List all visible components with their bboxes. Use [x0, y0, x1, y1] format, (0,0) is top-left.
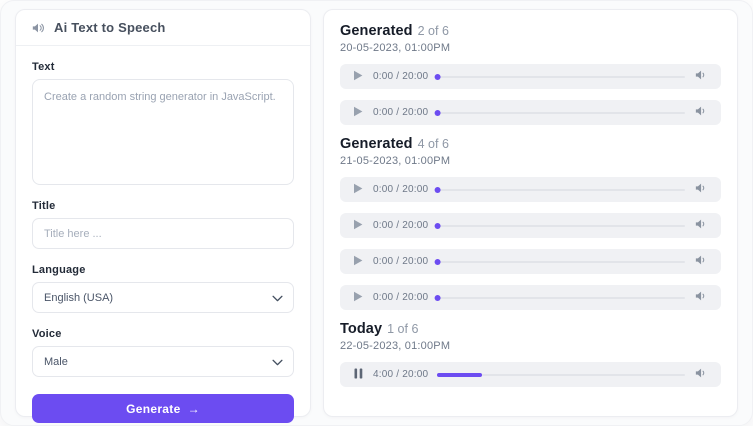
volume-icon	[695, 254, 708, 269]
section-count: 1 of 6	[387, 322, 418, 336]
progress-thumb[interactable]	[435, 74, 441, 80]
history-section: Today 1 of 6 22-05-2023, 01:00PM 4:00 / …	[340, 321, 721, 387]
section-head: Generated 4 of 6 21-05-2023, 01:00PM	[340, 136, 721, 167]
play-pause-button[interactable]	[352, 292, 364, 304]
section-datetime: 22-05-2023, 01:00PM	[340, 340, 721, 352]
audio-player: 0:00 / 20:00	[340, 64, 721, 89]
volume-button[interactable]	[694, 105, 709, 120]
progress-thumb[interactable]	[435, 110, 441, 116]
arrow-right-icon: →	[188, 402, 200, 416]
volume-button[interactable]	[694, 254, 709, 269]
progress-thumb[interactable]	[435, 259, 441, 265]
history-sections: Generated 2 of 6 20-05-2023, 01:00PM 0:0…	[340, 23, 721, 387]
title-field-label: Title	[32, 200, 294, 212]
history-section: Generated 2 of 6 20-05-2023, 01:00PM 0:0…	[340, 23, 721, 125]
play-pause-button[interactable]	[352, 369, 364, 381]
history-section: Generated 4 of 6 21-05-2023, 01:00PM 0:0…	[340, 136, 721, 310]
play-icon	[353, 69, 363, 84]
tts-form-card: Ai Text to Speech Text Create a random s…	[15, 9, 311, 417]
text-input[interactable]: Create a random string generator in Java…	[32, 79, 294, 185]
time-display: 0:00 / 20:00	[373, 71, 428, 82]
title-input[interactable]	[32, 218, 294, 249]
progress-thumb[interactable]	[435, 187, 441, 193]
play-pause-button[interactable]	[352, 71, 364, 83]
section-title: Today	[340, 321, 382, 337]
section-title: Generated	[340, 136, 413, 152]
section-datetime: 21-05-2023, 01:00PM	[340, 155, 721, 167]
voice-select-wrap: Male	[32, 346, 294, 377]
volume-button[interactable]	[694, 69, 709, 84]
pause-icon	[354, 367, 363, 382]
seek-bar[interactable]	[437, 189, 685, 191]
seek-bar[interactable]	[437, 374, 685, 376]
volume-button[interactable]	[694, 290, 709, 305]
audio-player: 0:00 / 20:00	[340, 213, 721, 238]
app-window: Ai Text to Speech Text Create a random s…	[0, 0, 753, 426]
seek-bar[interactable]	[437, 76, 685, 78]
volume-button[interactable]	[694, 218, 709, 233]
section-head: Today 1 of 6 22-05-2023, 01:00PM	[340, 321, 721, 352]
section-players: 4:00 / 20:00	[340, 362, 721, 387]
form-body: Text Create a random string generator in…	[16, 46, 310, 426]
audio-player: 0:00 / 20:00	[340, 100, 721, 125]
seek-bar[interactable]	[437, 297, 685, 299]
time-display: 0:00 / 20:00	[373, 184, 428, 195]
seek-bar[interactable]	[437, 225, 685, 227]
progress-thumb[interactable]	[435, 295, 441, 301]
voice-select[interactable]: Male	[32, 346, 294, 377]
progress-fill	[437, 373, 482, 377]
time-display: 4:00 / 20:00	[373, 369, 428, 380]
seek-bar[interactable]	[437, 261, 685, 263]
section-players: 0:00 / 20:00 0:00 / 20:00	[340, 177, 721, 310]
volume-icon	[695, 105, 708, 120]
voice-field-label: Voice	[32, 328, 294, 340]
volume-icon	[695, 367, 708, 382]
time-display: 0:00 / 20:00	[373, 256, 428, 267]
section-title: Generated	[340, 23, 413, 39]
time-display: 0:00 / 20:00	[373, 107, 428, 118]
volume-icon	[695, 182, 708, 197]
seek-bar[interactable]	[437, 112, 685, 114]
play-pause-button[interactable]	[352, 184, 364, 196]
audio-player: 0:00 / 20:00	[340, 249, 721, 274]
language-select-wrap: English (USA)	[32, 282, 294, 313]
audio-player: 4:00 / 20:00	[340, 362, 721, 387]
text-field-label: Text	[32, 61, 294, 73]
section-count: 4 of 6	[418, 137, 449, 151]
speaker-icon	[32, 22, 45, 34]
volume-button[interactable]	[694, 182, 709, 197]
audio-player: 0:00 / 20:00	[340, 285, 721, 310]
volume-icon	[695, 69, 708, 84]
play-pause-button[interactable]	[352, 220, 364, 232]
form-header: Ai Text to Speech	[16, 10, 310, 46]
play-icon	[353, 290, 363, 305]
play-pause-button[interactable]	[352, 256, 364, 268]
page-title: Ai Text to Speech	[54, 20, 166, 35]
play-pause-button[interactable]	[352, 107, 364, 119]
volume-button[interactable]	[694, 367, 709, 382]
progress-thumb[interactable]	[435, 223, 441, 229]
section-players: 0:00 / 20:00 0:00 / 20:00	[340, 64, 721, 125]
play-icon	[353, 182, 363, 197]
time-display: 0:00 / 20:00	[373, 220, 428, 231]
generate-button[interactable]: Generate →	[32, 394, 294, 423]
time-display: 0:00 / 20:00	[373, 292, 428, 303]
language-field-label: Language	[32, 264, 294, 276]
history-card: Generated 2 of 6 20-05-2023, 01:00PM 0:0…	[323, 9, 738, 417]
volume-icon	[695, 218, 708, 233]
play-icon	[353, 254, 363, 269]
section-count: 2 of 6	[418, 24, 449, 38]
language-select[interactable]: English (USA)	[32, 282, 294, 313]
play-icon	[353, 218, 363, 233]
audio-player: 0:00 / 20:00	[340, 177, 721, 202]
section-head: Generated 2 of 6 20-05-2023, 01:00PM	[340, 23, 721, 54]
section-datetime: 20-05-2023, 01:00PM	[340, 42, 721, 54]
play-icon	[353, 105, 363, 120]
volume-icon	[695, 290, 708, 305]
generate-button-label: Generate	[126, 402, 180, 416]
